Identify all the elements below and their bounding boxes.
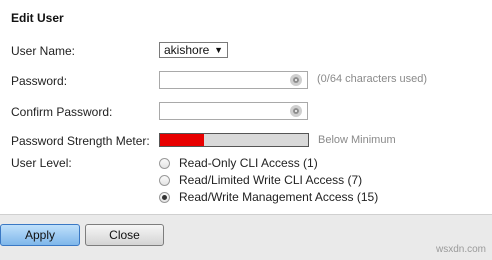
eye-icon[interactable] — [290, 74, 302, 86]
radio-button[interactable] — [159, 174, 170, 186]
user-level-option-label: Read-Only CLI Access (1) — [179, 156, 318, 170]
user-level-label: User Level: — [11, 156, 72, 170]
user-level-option-label: Read/Limited Write CLI Access (7) — [179, 173, 363, 187]
user-level-option-label: Read/Write Management Access (15) — [179, 190, 379, 204]
strength-meter-fill — [160, 134, 205, 146]
confirm-password-label: Confirm Password: — [11, 105, 113, 119]
password-strength-meter — [159, 133, 309, 147]
user-level-option-1[interactable]: Read-Only CLI Access (1) — [159, 156, 318, 170]
watermark: wsxdn.com — [435, 244, 486, 255]
password-label: Password: — [11, 74, 68, 88]
username-select[interactable]: akishore ▼ — [159, 42, 228, 58]
apply-button[interactable]: Apply — [0, 224, 80, 246]
user-level-option-15[interactable]: Read/Write Management Access (15) — [159, 190, 378, 204]
strength-status: Below Minimum — [318, 134, 396, 146]
username-label: User Name: — [11, 44, 76, 58]
username-value: akishore — [164, 43, 210, 57]
strength-meter-label: Password Strength Meter: — [11, 134, 150, 148]
user-level-option-7[interactable]: Read/Limited Write CLI Access (7) — [159, 173, 362, 187]
radio-button[interactable] — [159, 157, 170, 169]
chevron-down-icon: ▼ — [214, 45, 223, 55]
radio-button[interactable] — [159, 191, 170, 203]
panel-title: Edit User — [11, 11, 64, 25]
password-char-count: (0/64 characters used) — [317, 73, 428, 85]
password-input[interactable] — [159, 71, 308, 89]
eye-icon[interactable] — [290, 105, 302, 117]
confirm-password-input[interactable] — [159, 102, 308, 120]
close-button[interactable]: Close — [85, 224, 164, 246]
